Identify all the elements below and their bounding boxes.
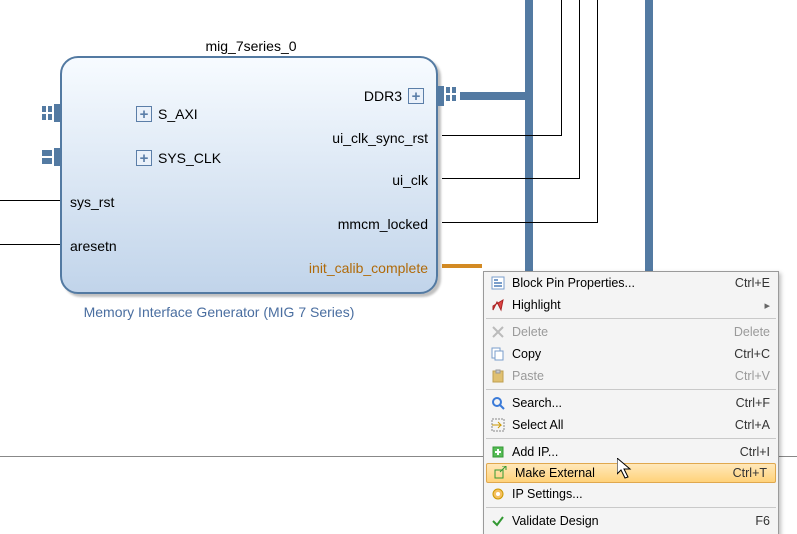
ip-block-mig[interactable]: mig_7series_0 + S_AXI + SYS_CLK sys_rst … <box>60 56 438 294</box>
cursor-icon <box>617 458 637 482</box>
diagram-canvas[interactable]: mig_7series_0 + S_AXI + SYS_CLK sys_rst … <box>0 0 797 534</box>
port-ddr3[interactable]: DDR3 + <box>364 86 430 106</box>
expand-icon[interactable]: + <box>136 106 152 122</box>
menu-item-search[interactable]: Search... Ctrl+F <box>484 392 778 414</box>
net-init-calib-complete[interactable] <box>442 264 482 268</box>
copy-icon <box>488 346 508 362</box>
ip-block-title: mig_7series_0 <box>62 38 440 54</box>
expand-icon[interactable]: + <box>136 150 152 166</box>
net-sys-rst <box>0 200 60 201</box>
delete-icon <box>488 324 508 340</box>
port-mmcm-locked[interactable]: mmcm_locked <box>338 214 428 234</box>
bus-connector-ddr3 <box>436 84 456 108</box>
paste-icon <box>488 368 508 384</box>
net-ui-clk-v <box>579 0 580 179</box>
add-ip-icon <box>488 444 508 460</box>
port-sys-rst[interactable]: sys_rst <box>70 192 114 212</box>
highlight-icon <box>488 297 508 313</box>
menu-item-select-all[interactable]: Select All Ctrl+A <box>484 414 778 436</box>
net-bus-ddr3 <box>460 92 533 100</box>
port-ui-clk[interactable]: ui_clk <box>392 170 428 190</box>
net-ui-clk-sync-rst-v <box>561 0 562 136</box>
port-ui-clk-sync-rst[interactable]: ui_clk_sync_rst <box>332 128 428 148</box>
context-menu[interactable]: Block Pin Properties... Ctrl+E Highlight… <box>483 271 779 534</box>
menu-separator <box>486 389 776 390</box>
port-sys-clk[interactable]: + SYS_CLK <box>130 148 221 168</box>
ip-block-caption: Memory Interface Generator (MIG 7 Series… <box>0 304 438 320</box>
search-icon <box>488 395 508 411</box>
bus-connector-s-axi <box>42 104 62 128</box>
menu-item-validate-design[interactable]: Validate Design F6 <box>484 510 778 532</box>
menu-item-ip-settings[interactable]: IP Settings... <box>484 483 778 505</box>
port-s-axi[interactable]: + S_AXI <box>130 104 198 124</box>
menu-item-copy[interactable]: Copy Ctrl+C <box>484 343 778 365</box>
properties-icon <box>488 275 508 291</box>
port-init-calib-complete[interactable]: init_calib_complete <box>309 258 428 278</box>
select-all-icon <box>488 417 508 433</box>
menu-separator <box>486 318 776 319</box>
menu-item-paste: Paste Ctrl+V <box>484 365 778 387</box>
expand-icon[interactable]: + <box>408 88 424 104</box>
menu-separator <box>486 507 776 508</box>
menu-item-highlight[interactable]: Highlight ▸ <box>484 294 778 316</box>
net-mmcm-locked-v <box>597 0 598 223</box>
net-ui-clk-h <box>442 178 580 179</box>
menu-separator <box>486 438 776 439</box>
net-ui-clk-sync-rst-h <box>442 135 562 136</box>
menu-item-block-pin-properties[interactable]: Block Pin Properties... Ctrl+E <box>484 272 778 294</box>
net-bus-vertical-2 <box>645 0 653 272</box>
make-external-icon <box>491 465 511 481</box>
bus-connector-sys-clk <box>42 148 62 168</box>
port-aresetn[interactable]: aresetn <box>70 236 117 256</box>
gear-icon <box>488 486 508 502</box>
validate-icon <box>488 513 508 529</box>
submenu-arrow-icon: ▸ <box>762 299 770 312</box>
net-mmcm-locked-h <box>442 222 598 223</box>
net-aresetn <box>0 244 60 245</box>
menu-item-delete: Delete Delete <box>484 321 778 343</box>
